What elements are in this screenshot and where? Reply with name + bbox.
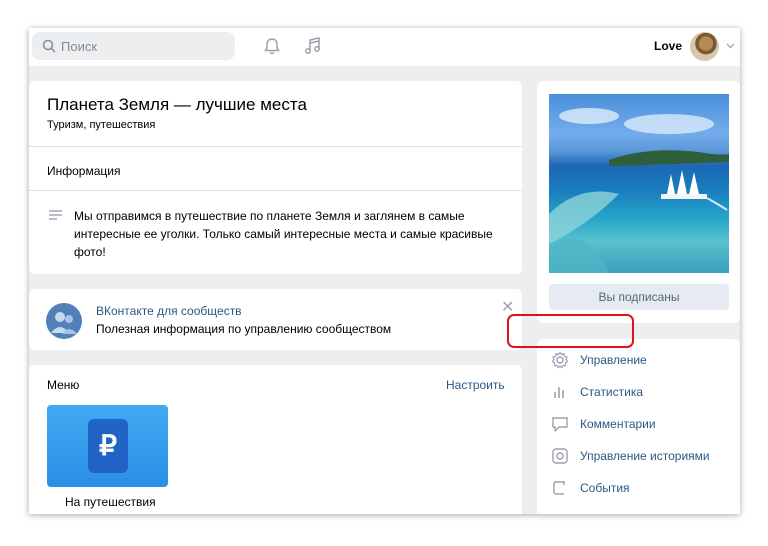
admin-item-comments[interactable]: Комментарии bbox=[537, 411, 740, 437]
top-bar: Поиск Love bbox=[29, 28, 740, 66]
group-category: Туризм, путешествия bbox=[47, 119, 156, 131]
gear-icon bbox=[551, 351, 569, 369]
menu-tile[interactable]: ₽ bbox=[47, 405, 168, 487]
stories-icon bbox=[552, 448, 568, 464]
stats-icon bbox=[554, 387, 564, 398]
admin-item-label: Управление историями bbox=[580, 449, 710, 463]
promo-card: ВКонтакте для сообществ Полезная информа… bbox=[29, 289, 522, 350]
promo-title-link[interactable]: ВКонтакте для сообществ bbox=[96, 304, 242, 318]
admin-item-label: Статистика bbox=[580, 385, 644, 399]
search-placeholder: Поиск bbox=[61, 39, 98, 54]
admin-item-manage[interactable]: Управление bbox=[537, 347, 740, 373]
avatar[interactable] bbox=[690, 32, 719, 61]
app-window: Поиск Love Планета Земля — лучшие места … bbox=[29, 28, 740, 514]
community-icon bbox=[46, 303, 82, 339]
user-name[interactable]: Love bbox=[654, 39, 682, 53]
admin-item-events[interactable]: События bbox=[537, 475, 740, 501]
group-cover-image[interactable] bbox=[549, 94, 729, 273]
admin-item-label: Управление bbox=[580, 353, 647, 367]
music-icon[interactable] bbox=[303, 36, 323, 56]
admin-menu: Управление Статистика Комментарии Управл… bbox=[537, 339, 740, 514]
divider bbox=[29, 146, 522, 147]
events-icon bbox=[553, 481, 565, 495]
ruble-symbol: ₽ bbox=[99, 430, 117, 461]
divider bbox=[29, 190, 522, 191]
group-header-card: Планета Земля — лучшие места Туризм, пут… bbox=[29, 81, 522, 274]
subscribed-label: Вы подписаны bbox=[598, 290, 680, 304]
cover-card: Вы подписаны bbox=[537, 81, 740, 323]
menu-card: Меню Настроить ₽ На путешествия bbox=[29, 365, 522, 514]
bell-icon[interactable] bbox=[262, 36, 282, 56]
highlight-annotation bbox=[507, 314, 634, 348]
comment-icon bbox=[552, 417, 568, 432]
admin-item-label: Комментарии bbox=[580, 417, 656, 431]
menu-tile-label[interactable]: На путешествия bbox=[65, 495, 156, 509]
search-input[interactable]: Поиск bbox=[32, 32, 235, 60]
admin-item-stories[interactable]: Управление историями bbox=[537, 443, 740, 469]
subscribed-button[interactable]: Вы подписаны bbox=[549, 284, 729, 310]
group-description: Мы отправимся в путешествие по планете З… bbox=[74, 209, 493, 259]
chevron-down-icon[interactable] bbox=[726, 43, 735, 49]
ruble-icon: ₽ bbox=[88, 419, 128, 473]
admin-item-label: События bbox=[580, 481, 630, 495]
page-title: Планета Земля — лучшие места bbox=[47, 95, 307, 114]
info-heading: Информация bbox=[47, 164, 121, 178]
admin-item-stats[interactable]: Статистика bbox=[537, 379, 740, 405]
menu-heading: Меню bbox=[47, 378, 80, 392]
search-icon bbox=[42, 39, 56, 53]
description-icon bbox=[49, 210, 62, 220]
configure-menu-link[interactable]: Настроить bbox=[446, 378, 505, 392]
promo-text: Полезная информация по управлению сообще… bbox=[96, 322, 392, 336]
